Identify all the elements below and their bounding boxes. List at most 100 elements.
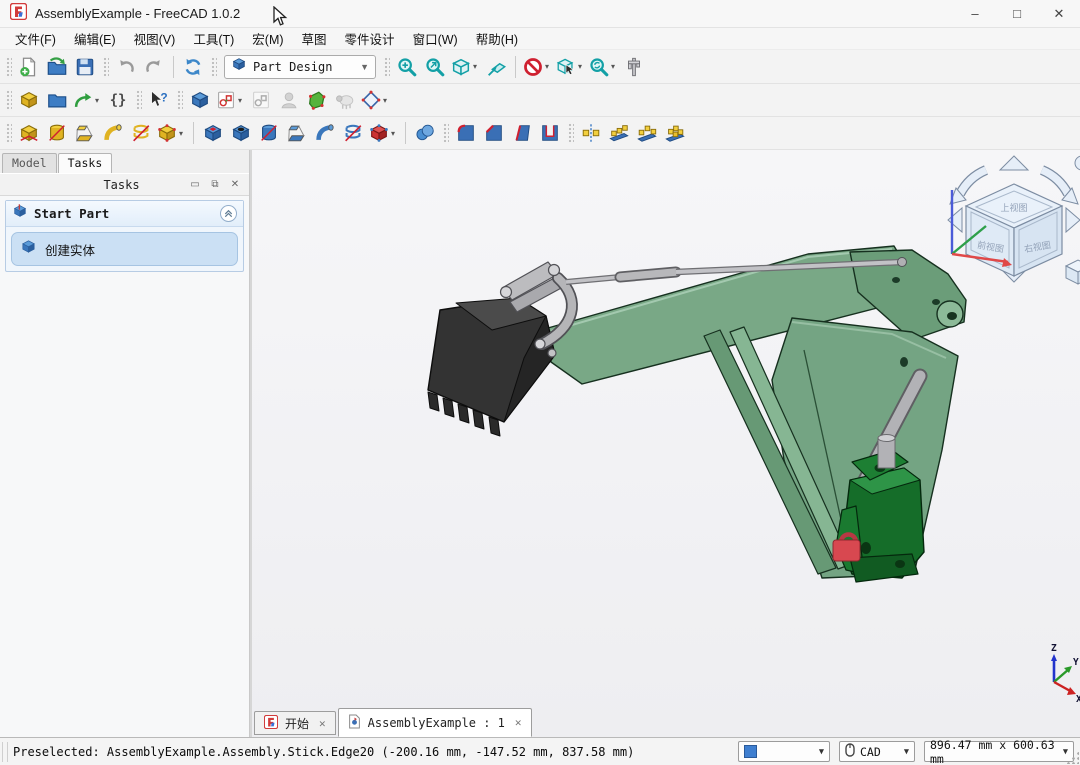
collapse-section-button[interactable] <box>220 205 237 222</box>
viewport-plane-button[interactable] <box>482 53 510 81</box>
excavator-assembly[interactable] <box>428 246 966 582</box>
multitransform-button[interactable] <box>661 119 689 147</box>
hole-button[interactable] <box>227 119 255 147</box>
toolbar-grip[interactable] <box>102 56 109 78</box>
create-group-button[interactable] <box>43 86 71 114</box>
map-sketch-button[interactable] <box>303 86 331 114</box>
navigation-cube[interactable]: 上视图 前视图 右视图 <box>948 156 1080 284</box>
dropdown-caret-icon[interactable]: ▾ <box>578 62 586 71</box>
additive-loft-button[interactable] <box>71 119 99 147</box>
subtractive-loft-button[interactable] <box>283 119 311 147</box>
dropdown-caret-icon[interactable]: ▾ <box>611 62 619 71</box>
toolbar-grip[interactable] <box>567 122 574 144</box>
dock-float-icon[interactable]: ⧉ <box>207 178 223 192</box>
measure-button[interactable] <box>620 53 648 81</box>
toolbar-grip[interactable] <box>176 89 183 111</box>
menu-item-2[interactable]: 视图(V) <box>125 27 185 50</box>
menu-item-7[interactable]: 窗口(W) <box>404 27 467 50</box>
draft-button[interactable] <box>508 119 536 147</box>
clone-button[interactable] <box>331 86 359 114</box>
nav-mini-cube[interactable] <box>1066 260 1080 284</box>
create-solid-task[interactable]: 创建实体 <box>11 232 238 266</box>
workbench-selector[interactable]: Part Design▼ <box>224 55 376 79</box>
toolbar-grip[interactable] <box>135 89 142 111</box>
make-link-button[interactable]: ▾ <box>71 86 104 114</box>
toolbar-grip[interactable] <box>5 89 12 111</box>
nav-circle-button[interactable] <box>1075 156 1080 170</box>
undo-button[interactable] <box>112 53 140 81</box>
zoom-selection-button[interactable] <box>421 53 449 81</box>
dock-close-icon[interactable]: ✕ <box>227 178 243 192</box>
create-body-button[interactable] <box>186 86 214 114</box>
toolbar-grip[interactable] <box>5 56 12 78</box>
menu-item-6[interactable]: 零件设计 <box>336 27 404 50</box>
viewport-dimension-combo[interactable]: 896.47 mm x 600.63 mm ▼ <box>924 741 1074 762</box>
menu-item-8[interactable]: 帮助(H) <box>467 27 527 50</box>
start-part-header[interactable]: Start Part <box>6 201 243 227</box>
subtractive-primitive-button[interactable]: ▾ <box>367 119 400 147</box>
nav-arrow-up[interactable] <box>1000 156 1028 170</box>
dropdown-caret-icon[interactable]: ▾ <box>238 96 246 105</box>
menu-item-5[interactable]: 草图 <box>293 27 336 50</box>
navigation-style-combo[interactable]: CAD ▼ <box>839 741 915 762</box>
nav-arrow-right[interactable] <box>1066 208 1080 232</box>
zoom-fit-all-button[interactable] <box>393 53 421 81</box>
pocket-button[interactable] <box>199 119 227 147</box>
open-document-button[interactable] <box>43 53 71 81</box>
edit-sketch-button[interactable] <box>247 86 275 114</box>
3d-scene[interactable]: 上视图 前视图 右视图 <box>252 150 1080 707</box>
revolution-button[interactable] <box>43 119 71 147</box>
minimize-button[interactable]: – <box>954 0 996 27</box>
toolbar-grip[interactable] <box>383 56 390 78</box>
clipping-plane-button[interactable]: ▾ <box>521 53 554 81</box>
save-document-button[interactable] <box>71 53 99 81</box>
nav-face-top[interactable]: 上视图 <box>1000 202 1027 214</box>
menu-item-0[interactable]: 文件(F) <box>6 27 65 50</box>
axonometric-view-button[interactable]: ▾ <box>449 53 482 81</box>
create-part-button[interactable] <box>15 86 43 114</box>
dock-minimize-icon[interactable]: ▭ <box>187 178 203 192</box>
polar-pattern-button[interactable] <box>633 119 661 147</box>
chamfer-button[interactable] <box>480 119 508 147</box>
boolean-button[interactable] <box>411 119 439 147</box>
dropdown-caret-icon[interactable]: ▾ <box>95 96 103 105</box>
groove-button[interactable] <box>255 119 283 147</box>
tab-close-icon[interactable]: ✕ <box>515 716 522 729</box>
dropdown-caret-icon[interactable]: ▾ <box>391 129 399 138</box>
whats-this-button[interactable]: ? <box>145 86 173 114</box>
shape-binder-button[interactable]: ▾ <box>359 86 392 114</box>
subtractive-pipe-button[interactable] <box>311 119 339 147</box>
zoom-sync-button[interactable]: ▾ <box>587 53 620 81</box>
thickness-button[interactable] <box>536 119 564 147</box>
dropdown-caret-icon[interactable]: ▾ <box>383 96 391 105</box>
additive-helix-button[interactable] <box>127 119 155 147</box>
3d-viewport[interactable]: 上视图 前视图 右视图 <box>252 150 1080 737</box>
new-document-button[interactable] <box>15 53 43 81</box>
tab-tasks[interactable]: Tasks <box>58 153 113 173</box>
dropdown-caret-icon[interactable]: ▾ <box>473 62 481 71</box>
draw-style-combo[interactable]: ▼ <box>738 741 830 762</box>
pad-button[interactable] <box>15 119 43 147</box>
create-sketch-button[interactable]: ▾ <box>214 86 247 114</box>
tab-model[interactable]: Model <box>2 153 57 173</box>
additive-primitive-button[interactable]: ▾ <box>155 119 188 147</box>
toolbar-grip[interactable] <box>5 122 12 144</box>
toolbar-grip[interactable] <box>442 122 449 144</box>
additive-pipe-button[interactable] <box>99 119 127 147</box>
close-button[interactable]: ✕ <box>1038 0 1080 27</box>
nav-arrow-left[interactable] <box>948 208 962 232</box>
refresh-button[interactable] <box>179 53 207 81</box>
menu-item-3[interactable]: 工具(T) <box>184 27 243 50</box>
mdi-tab-document[interactable]: AssemblyExample : 1✕ <box>338 708 532 737</box>
fillet-button[interactable] <box>452 119 480 147</box>
bucket[interactable] <box>428 298 555 436</box>
menu-item-1[interactable]: 编辑(E) <box>65 27 125 50</box>
toolbar-grip[interactable] <box>210 56 217 78</box>
dropdown-caret-icon[interactable]: ▾ <box>545 62 553 71</box>
mdi-tab-start[interactable]: 开始✕ <box>254 711 336 735</box>
tab-close-icon[interactable]: ✕ <box>319 717 326 730</box>
dropdown-caret-icon[interactable]: ▾ <box>179 129 187 138</box>
element-select-button[interactable]: ▾ <box>554 53 587 81</box>
linear-pattern-button[interactable] <box>605 119 633 147</box>
expression-button[interactable]: {} <box>104 86 132 114</box>
